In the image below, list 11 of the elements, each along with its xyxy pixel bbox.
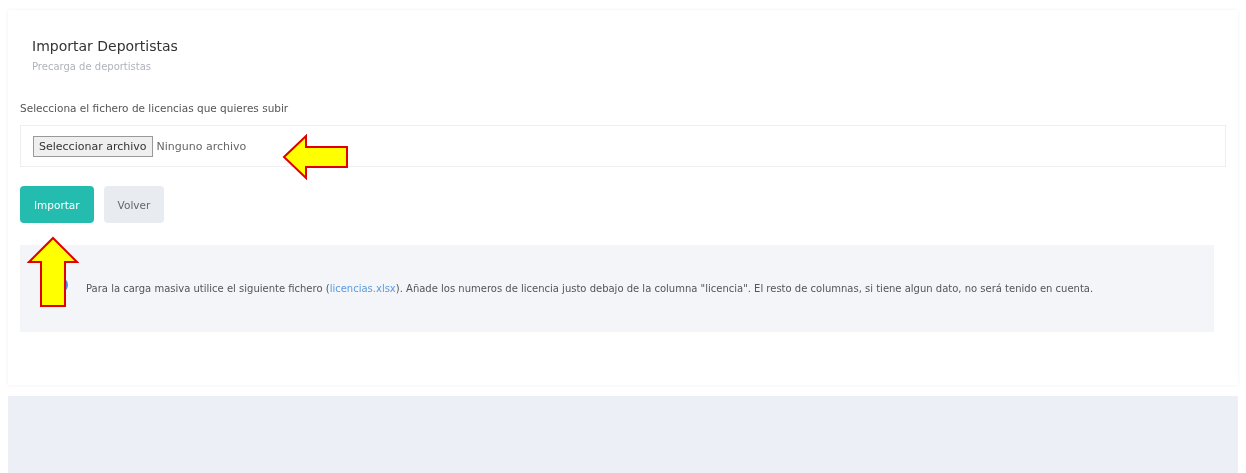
info-text: Para la carga masiva utilice el siguiente fichero (licencias.xlsx). Añade los numeros de licencia justo debajo de la columna "licencia". El resto de columnas, si tiene algun dato, no será tenido en cuenta.	[86, 282, 1094, 296]
file-input-field[interactable]: Seleccionar archivo Ninguno archivo	[20, 125, 1226, 167]
file-link[interactable]: licencias.xlsx	[329, 283, 396, 294]
file-status: Ninguno archivo	[156, 139, 247, 153]
page-title: Importar Deportistas	[32, 38, 178, 54]
arrow-drawing	[282, 134, 350, 180]
arrow-drawing	[27, 236, 79, 308]
choose-file-button[interactable]: Seleccionar archivo	[33, 135, 153, 157]
field-label: Selecciona el fichero de licencias que quieres subir	[20, 102, 289, 114]
page-subtitle: Precarga de deportistas	[32, 61, 152, 72]
back-button[interactable]: Volver	[103, 186, 165, 223]
